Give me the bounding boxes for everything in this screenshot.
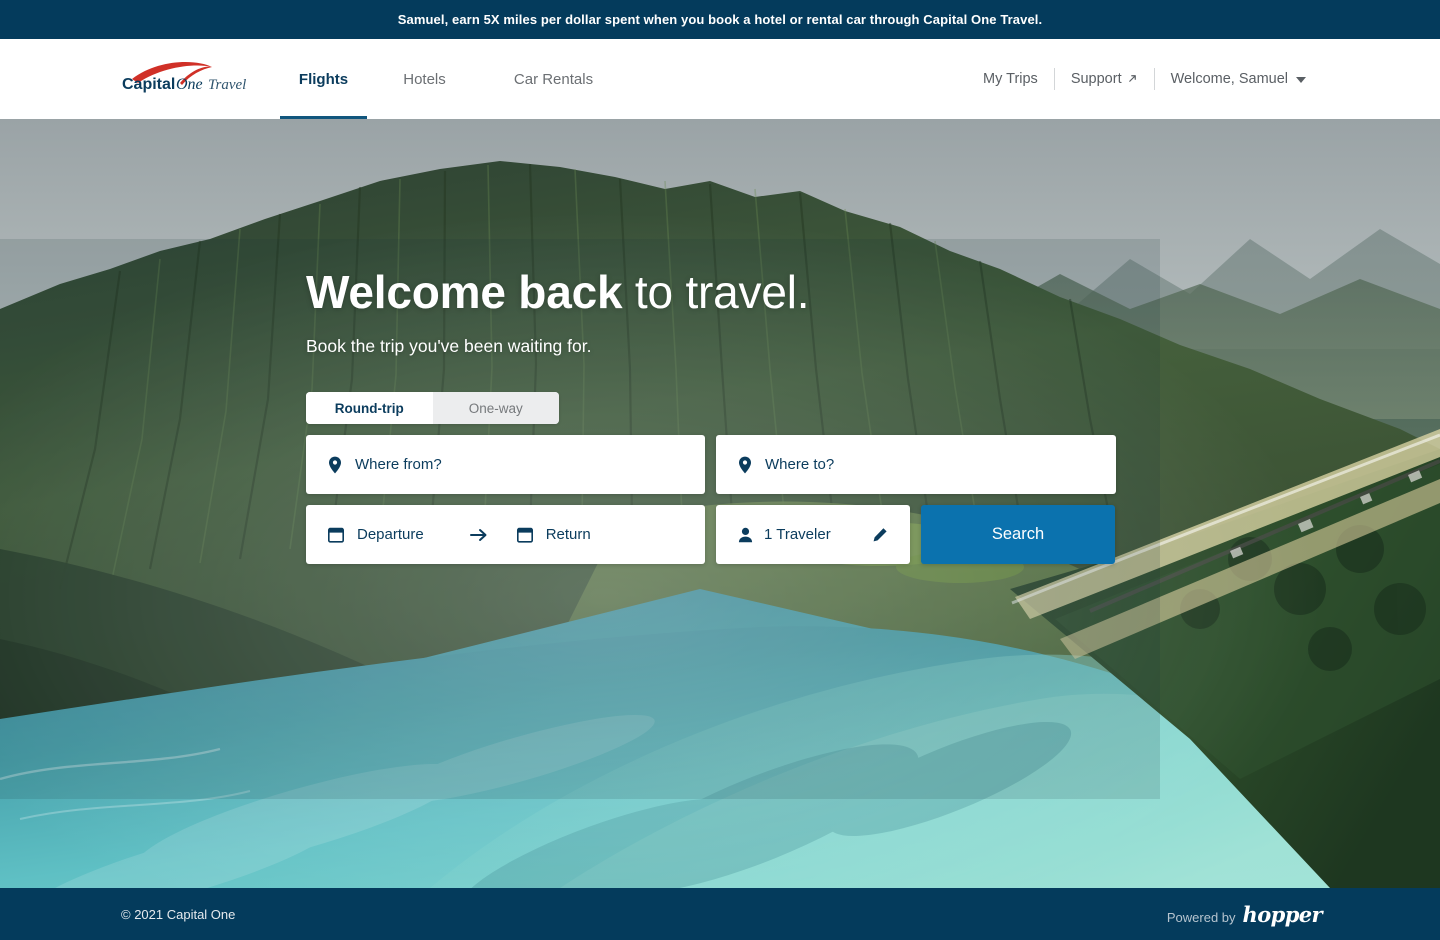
origin-placeholder: Where from? [355, 456, 442, 473]
trip-type-one-way-label: One-way [468, 400, 523, 416]
site-footer: © 2021 Capital One Powered by hopper [0, 888, 1440, 940]
hero-title: Welcome back to travel. [306, 268, 1126, 317]
search-button[interactable]: Search [921, 505, 1115, 564]
external-link-arrow-icon [1127, 73, 1138, 86]
header-account-area: My Trips Support Welcome, Samuel [967, 39, 1322, 119]
promo-banner-text: Samuel, earn 5X miles per dollar spent w… [397, 12, 1043, 27]
capital-one-travel-logo[interactable]: Capital One Travel [118, 57, 248, 101]
arrow-right-icon [469, 528, 488, 542]
welcome-label: Welcome, Samuel [1170, 71, 1288, 87]
destination-field[interactable]: Where to? [716, 435, 1116, 494]
hopper-logo: hopper [1242, 901, 1323, 927]
support-link[interactable]: Support [1055, 71, 1154, 87]
destination-placeholder: Where to? [765, 456, 835, 473]
location-pin-icon [738, 456, 752, 474]
calendar-icon [328, 527, 344, 543]
departure-date-field[interactable]: Departure [328, 526, 424, 543]
account-menu-button[interactable]: Welcome, Samuel [1155, 71, 1322, 87]
footer-copyright: © 2021 Capital One [121, 906, 236, 922]
nav-item-flights[interactable]: Flights [280, 39, 367, 119]
hero-title-light: to travel. [622, 266, 810, 318]
calendar-icon [516, 527, 533, 543]
date-range-field: Departure Return [306, 505, 705, 564]
trip-type-round-trip[interactable]: Round-trip [306, 392, 433, 424]
capital-one-travel-page: Samuel, earn 5X miles per dollar spent w… [0, 0, 1440, 940]
svg-text:Travel: Travel [208, 77, 246, 93]
trip-type-toggle: Round-trip One-way [306, 392, 559, 424]
my-trips-link[interactable]: My Trips [967, 71, 1054, 87]
hero-title-bold: Welcome back [306, 266, 623, 318]
nav-label-hotels: Hotels [403, 70, 446, 88]
nav-label-car-rentals: Car Rentals [513, 70, 594, 88]
hero-section: Welcome back to travel. Book the trip yo… [0, 119, 1440, 888]
location-field-row: Where from? Where to? [306, 435, 1120, 494]
my-trips-label: My Trips [983, 71, 1038, 87]
location-pin-icon [328, 456, 342, 474]
pencil-icon[interactable] [872, 527, 888, 543]
primary-navigation: Flights Hotels Car Rentals [280, 39, 625, 119]
trip-type-round-trip-label: Round-trip [334, 400, 404, 416]
departure-placeholder: Departure [357, 526, 424, 543]
nav-item-car-rentals[interactable]: Car Rentals [482, 39, 625, 119]
flight-search-widget: Round-trip One-way Where from? Where to?… [306, 392, 1120, 564]
support-label: Support [1070, 71, 1122, 87]
svg-text:Capital: Capital [122, 76, 175, 93]
powered-by-label: Powered by [1166, 909, 1236, 925]
hero-subtitle: Book the trip you've been waiting for. [306, 335, 592, 356]
return-date-field[interactable]: Return [516, 526, 591, 543]
site-header: Capital One Travel Flights Hotels Car Re… [0, 39, 1440, 119]
nav-label-flights: Flights [298, 70, 349, 88]
svg-text:One: One [176, 76, 203, 93]
nav-item-hotels[interactable]: Hotels [367, 39, 482, 119]
travelers-field[interactable]: 1 Traveler [716, 505, 910, 564]
chevron-down-icon [1296, 76, 1306, 83]
return-placeholder: Return [545, 526, 591, 543]
powered-by-block: Powered by hopper [1166, 901, 1323, 927]
trip-type-one-way[interactable]: One-way [432, 392, 559, 424]
date-traveler-row: Departure Return 1 Traveler Search [306, 505, 1120, 564]
origin-field[interactable]: Where from? [306, 435, 705, 494]
hero-text-block: Welcome back to travel. Book the trip yo… [306, 268, 1126, 357]
promo-banner: Samuel, earn 5X miles per dollar spent w… [0, 0, 1440, 39]
travelers-label: 1 Traveler [764, 526, 831, 543]
person-icon [738, 527, 753, 543]
